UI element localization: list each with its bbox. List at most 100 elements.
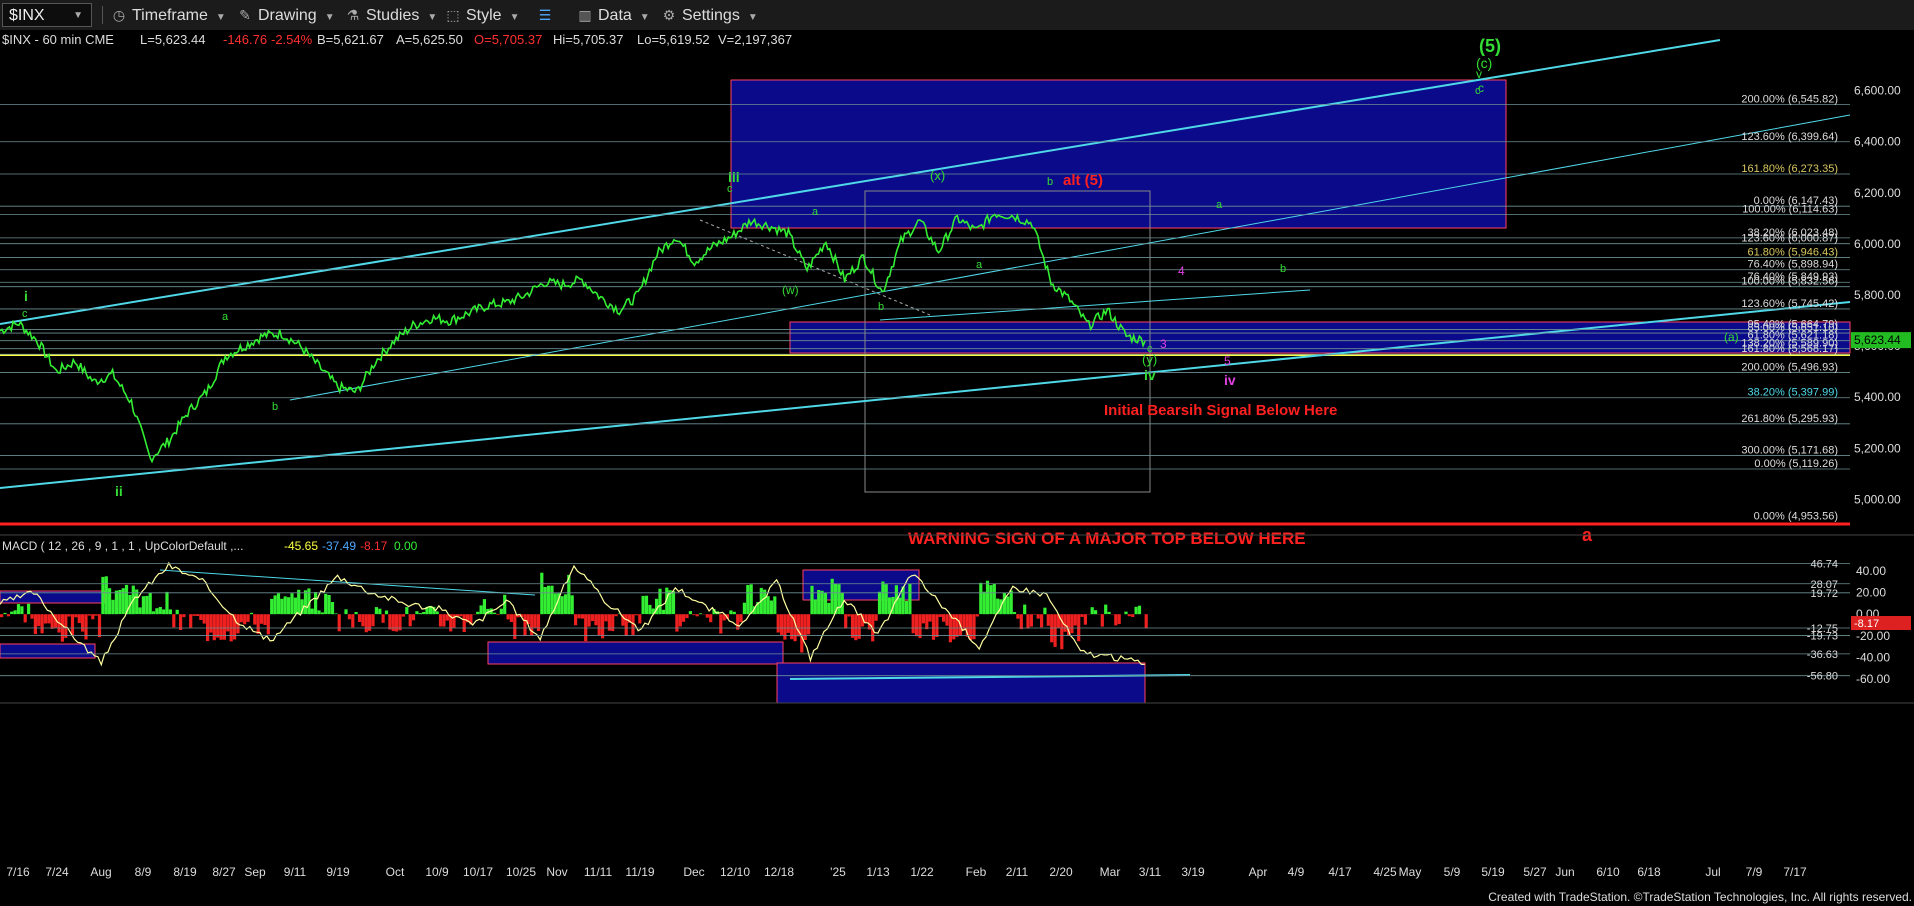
- macd-histogram-bar: [20, 606, 24, 615]
- macd-histogram-bar: [310, 608, 314, 615]
- chart-area[interactable]: $INX - 60 min CME L=5,623.44 -146.76 -2.…: [0, 30, 1914, 890]
- macd-histogram-bar: [101, 576, 105, 615]
- macd-histogram-bar: [23, 614, 27, 623]
- style-menu[interactable]: ⬚ Style ▼: [444, 4, 519, 26]
- fib-level-label: 100.00% (6,114.63): [1742, 204, 1838, 216]
- macd-histogram-bar: [678, 614, 682, 627]
- macd-histogram-bar: [1023, 604, 1027, 615]
- macd-histogram-bar: [87, 614, 91, 616]
- macd-histogram-bar: [192, 614, 196, 616]
- macd-histogram-bar: [685, 614, 689, 619]
- wave-label: (5): [1479, 36, 1501, 56]
- macd-histogram-bar: [435, 611, 439, 615]
- macd-histogram-bar: [243, 614, 247, 625]
- macd-histogram-bar: [351, 614, 355, 628]
- macd-histogram-bar: [0, 614, 4, 618]
- macd-histogram-bar: [698, 613, 703, 615]
- macd-histogram-bar: [388, 614, 392, 630]
- timeframe-menu[interactable]: ◷ Timeframe ▼: [110, 4, 226, 26]
- macd-histogram-bar: [908, 583, 912, 615]
- price-tick-label: 5,200.00: [1854, 441, 1901, 455]
- change-readout: -146.76: [223, 32, 267, 47]
- macd-histogram-bar: [121, 588, 125, 615]
- macd-histogram-bar: [1127, 614, 1131, 617]
- macd-histogram-bar: [739, 614, 743, 623]
- macd-histogram-bar: [138, 607, 142, 615]
- macd-histogram-bar: [459, 614, 463, 617]
- x-tick-label: 9/19: [326, 865, 350, 879]
- timeframe-label: Timeframe: [132, 7, 208, 24]
- macd-histogram-bar: [736, 614, 740, 630]
- wave-label: i: [24, 288, 28, 304]
- macd-histogram-bar: [314, 592, 318, 615]
- macd-histogram-bar: [1117, 614, 1121, 625]
- drawing-menu[interactable]: ✎ Drawing ▼: [236, 4, 335, 26]
- macd-histogram-bar: [219, 614, 223, 640]
- macd-histogram-bar: [935, 614, 939, 637]
- macd-histogram-bar: [786, 614, 790, 633]
- chevron-down-icon: ▼: [324, 12, 335, 23]
- layout-button[interactable]: ☰: [536, 4, 558, 26]
- macd-histogram-bar: [918, 614, 922, 639]
- macd-histogram-bar: [27, 603, 31, 615]
- x-tick-label: 12/10: [720, 865, 750, 879]
- macd-histogram-bar: [682, 614, 686, 622]
- x-tick-label: 4/9: [1288, 865, 1305, 879]
- chevron-down-icon: ▼: [509, 12, 520, 23]
- macd-histogram-bar: [867, 614, 871, 630]
- macd-histogram-bar: [661, 609, 665, 615]
- macd-histogram-bar: [992, 583, 996, 615]
- macd-histogram-bar: [969, 614, 973, 640]
- macd-histogram-bar: [1012, 612, 1017, 615]
- symbol-value: $INX: [9, 7, 45, 24]
- macd-histogram-bar: [97, 614, 102, 638]
- macd-histogram-bar: [1073, 614, 1077, 626]
- macd-histogram-bar: [780, 614, 784, 635]
- macd-histogram-bar: [1094, 610, 1098, 615]
- macd-histogram-bar: [719, 614, 723, 634]
- macd-histogram-bar: [168, 609, 172, 615]
- data-menu[interactable]: ▥ Data ▼: [576, 4, 649, 26]
- macd-histogram-bar: [776, 614, 780, 633]
- wave-label: 3: [1160, 337, 1167, 351]
- macd-histogram-bar: [290, 593, 294, 615]
- macd-histogram-bar: [742, 602, 746, 615]
- macd-histogram-bar: [70, 614, 75, 636]
- price-tick-label: 5,000.00: [1854, 492, 1901, 506]
- macd-histogram-bar: [114, 590, 118, 615]
- macd-histogram-bar: [1009, 590, 1013, 615]
- macd-histogram-bar: [482, 599, 486, 615]
- macd-histogram-bar: [506, 614, 510, 620]
- macd-histogram-bar: [746, 585, 750, 615]
- data-label: Data: [598, 7, 632, 24]
- macd-histogram-bar: [574, 614, 578, 626]
- last-readout: L=5,623.44: [140, 32, 205, 47]
- macd-histogram-bar: [904, 600, 909, 615]
- bar-chart-icon: ▥: [578, 7, 592, 23]
- macd-histogram-bar: [1043, 607, 1047, 615]
- macd-histogram-bar: [334, 613, 338, 615]
- macd-histogram-bar: [884, 584, 888, 615]
- macd-histogram-bar: [938, 614, 942, 617]
- macd-histogram-bar: [898, 597, 902, 615]
- macd-histogram-bar: [422, 612, 426, 615]
- macd-histogram-bar: [199, 614, 203, 620]
- macd-zone-box: [776, 662, 1146, 704]
- macd-histogram-bar: [624, 614, 628, 636]
- sub-wave-mark: a: [976, 259, 983, 271]
- x-tick-label: 10/17: [463, 865, 493, 879]
- macd-histogram-bar: [550, 585, 554, 615]
- macd-histogram-bar: [989, 585, 993, 615]
- studies-menu[interactable]: ⚗ Studies ▼: [344, 4, 438, 26]
- fib-level-label: 161.80% (5,568.17): [1741, 343, 1838, 355]
- sub-wave-mark: a: [1216, 199, 1223, 211]
- macd-histogram-bar: [260, 614, 264, 624]
- wave-label: Initial Bearsih Signal Below Here: [1104, 402, 1337, 419]
- macd-histogram-bar: [985, 580, 990, 615]
- settings-menu[interactable]: ⚙ Settings ▼: [660, 4, 758, 26]
- symbol-input[interactable]: $INX ▼: [2, 3, 92, 27]
- macd-histogram-bar: [10, 611, 14, 615]
- high-readout: Hi=5,705.37: [553, 32, 623, 47]
- macd-readout-4: 0.00: [394, 539, 418, 553]
- macd-histogram-bar: [644, 595, 649, 615]
